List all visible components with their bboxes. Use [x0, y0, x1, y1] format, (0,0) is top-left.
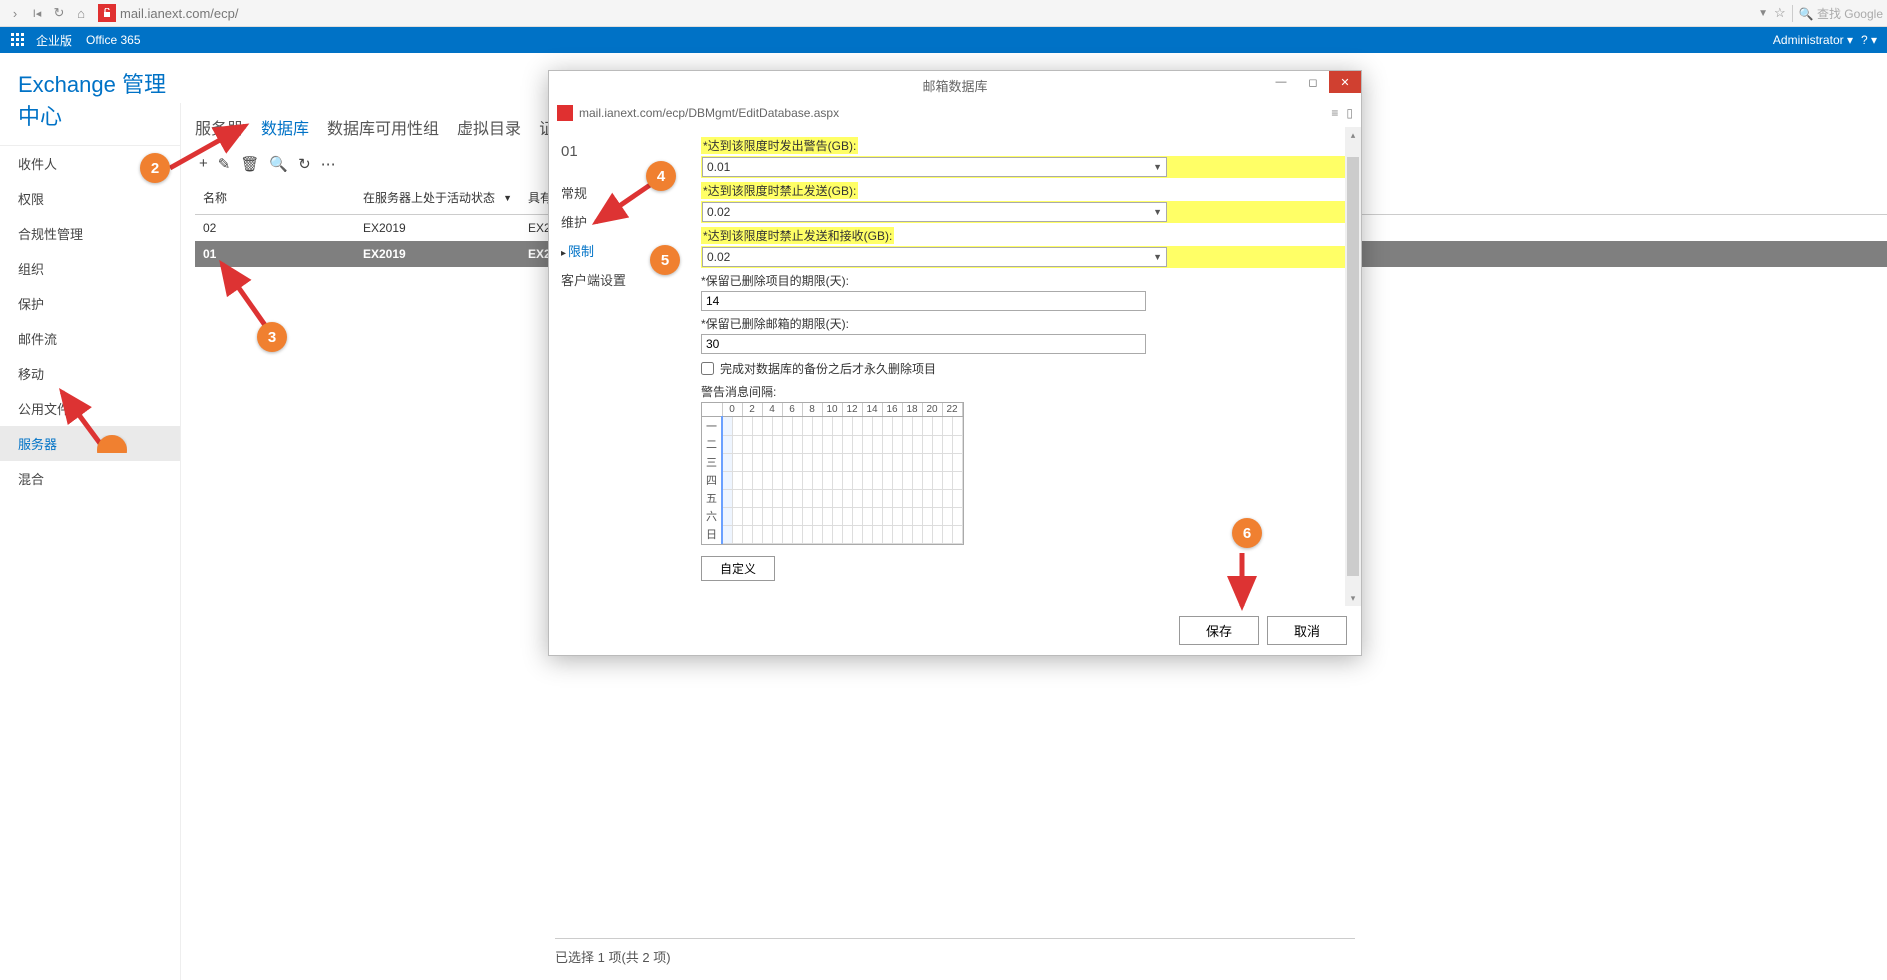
chevron-down-icon: ▼	[1153, 252, 1162, 262]
warn-quota-group: *达到该限度时发出警告(GB): 0.01▼	[701, 137, 1349, 178]
browser-rewind-icon[interactable]: I◂	[26, 2, 48, 24]
tab-vdir[interactable]: 虚拟目录	[457, 115, 521, 139]
delete-icon[interactable]: 🗑	[240, 155, 259, 173]
product-label: Office 365	[86, 33, 140, 47]
page-title: Exchange 管理中心	[0, 67, 180, 145]
keep-deleted-items-group: *保留已删除项目的期限(天):	[701, 272, 1349, 311]
url-text: mail.ianext.com/ecp/	[120, 6, 239, 21]
col-name[interactable]: 名称	[195, 185, 355, 210]
side-general[interactable]: 常规	[561, 178, 681, 207]
minimize-icon[interactable]: —	[1265, 71, 1297, 93]
dialog-title-bar: 邮箱数据库 — ◻ ✕	[549, 71, 1361, 99]
schedule-label: 警告消息间隔:	[701, 383, 1349, 400]
browser-search[interactable]: 🔍 查找 Google	[1792, 5, 1883, 22]
tab-databases[interactable]: 数据库	[261, 115, 309, 139]
schedule-grid[interactable]: 0246810121416182022一二三四五六日	[701, 402, 964, 545]
customize-button[interactable]: 自定义	[701, 556, 775, 581]
left-column: Exchange 管理中心 收件人 权限 合规性管理 组织 保护 邮件流 移动 …	[0, 53, 180, 980]
browser-reload-icon[interactable]: ↻	[48, 2, 70, 24]
nav-protection[interactable]: 保护	[0, 286, 180, 321]
status-bar: 已选择 1 项(共 2 项)	[555, 938, 1355, 966]
nav-hybrid[interactable]: 混合	[0, 461, 180, 496]
nav-mailflow[interactable]: 邮件流	[0, 321, 180, 356]
chevron-down-icon: ▼	[1153, 162, 1162, 172]
bookmark-icon[interactable]: ☆	[1774, 5, 1786, 21]
warn-quota-label: *达到该限度时发出警告(GB):	[701, 137, 858, 154]
side-limits[interactable]: 限制	[561, 236, 681, 265]
prohibit-sr-label: *达到该限度时禁止发送和接收(GB):	[701, 227, 894, 244]
search-icon[interactable]: 🔍	[269, 155, 288, 173]
nav-compliance[interactable]: 合规性管理	[0, 216, 180, 251]
help-icon[interactable]: ? ▾	[1861, 33, 1877, 47]
dialog-url: mail.ianext.com/ecp/DBMgmt/EditDatabase.…	[579, 106, 839, 120]
site-lock-icon	[98, 4, 116, 22]
col-active[interactable]: 在服务器上处于活动状态▼	[355, 185, 520, 210]
prohibit-sr-input[interactable]: 0.02▼	[702, 247, 1167, 267]
nav: 收件人 权限 合规性管理 组织 保护 邮件流 移动 公用文件夹 服务器 混合	[0, 145, 180, 496]
app-launcher-icon[interactable]	[10, 32, 26, 48]
keep-deleted-items-input[interactable]	[701, 291, 1146, 311]
device-icon[interactable]: ▯	[1346, 106, 1353, 120]
prohibit-send-group: *达到该限度时禁止发送(GB): 0.02▼	[701, 182, 1349, 223]
chevron-down-icon: ▼	[1153, 207, 1162, 217]
user-menu[interactable]: Administrator ▾	[1773, 33, 1853, 47]
edit-icon[interactable]: ✎	[218, 155, 231, 173]
dialog-body: 01 常规 维护 限制 客户端设置 *达到该限度时发出警告(GB): 0.01▼…	[549, 127, 1361, 606]
keep-deleted-items-label: *保留已删除项目的期限(天):	[701, 272, 1349, 289]
scroll-up-icon[interactable]: ▴	[1345, 127, 1361, 143]
more-icon[interactable]: ⋯	[321, 155, 336, 173]
dialog-form: *达到该限度时发出警告(GB): 0.01▼ *达到该限度时禁止发送(GB): …	[681, 137, 1349, 606]
refresh-icon[interactable]: ↻	[298, 155, 311, 173]
search-icon: 🔍	[1799, 7, 1814, 21]
save-button[interactable]: 保存	[1179, 616, 1259, 645]
o365-header: 企业版 Office 365 Administrator ▾ ? ▾	[0, 27, 1887, 53]
dialog-sidebar: 01 常规 维护 限制 客户端设置	[561, 137, 681, 606]
dropdown-caret-icon[interactable]: ▼	[1758, 8, 1768, 19]
tab-dag[interactable]: 数据库可用性组	[327, 115, 439, 139]
nav-mobile[interactable]: 移动	[0, 356, 180, 391]
side-maintenance[interactable]: 维护	[561, 207, 681, 236]
dialog-footer: 保存 取消	[549, 606, 1361, 655]
warn-quota-input[interactable]: 0.01▼	[702, 157, 1167, 177]
nav-publicfolders[interactable]: 公用文件夹	[0, 391, 180, 426]
nav-recipients[interactable]: 收件人	[0, 146, 180, 181]
backup-checkbox[interactable]	[701, 362, 714, 375]
scroll-down-icon[interactable]: ▾	[1345, 590, 1361, 606]
db-name-label: 01	[561, 143, 681, 160]
dialog-scrollbar[interactable]: ▴ ▾	[1345, 127, 1361, 606]
maximize-icon[interactable]: ◻	[1297, 71, 1329, 93]
keep-deleted-mbx-label: *保留已删除邮箱的期限(天):	[701, 315, 1349, 332]
browser-home-icon[interactable]: ⌂	[70, 2, 92, 24]
cancel-button[interactable]: 取消	[1267, 616, 1347, 645]
side-client[interactable]: 客户端设置	[561, 265, 681, 294]
site-lock-icon	[557, 105, 573, 121]
tab-servers[interactable]: 服务器	[195, 115, 243, 139]
keep-deleted-mbx-input[interactable]	[701, 334, 1146, 354]
prohibit-sr-group: *达到该限度时禁止发送和接收(GB): 0.02▼	[701, 227, 1349, 268]
search-placeholder: 查找 Google	[1817, 7, 1883, 21]
backup-checkbox-label: 完成对数据库的备份之后才永久删除项目	[720, 360, 936, 377]
edit-database-dialog: 邮箱数据库 — ◻ ✕ mail.ianext.com/ecp/DBMgmt/E…	[548, 70, 1362, 656]
close-icon[interactable]: ✕	[1329, 71, 1361, 93]
edition-label: 企业版	[36, 32, 72, 49]
browser-toolbar: › I◂ ↻ ⌂ mail.ianext.com/ecp/ ▼ ☆ 🔍 查找 G…	[0, 0, 1887, 27]
dropdown-caret-icon[interactable]: ▼	[503, 193, 512, 203]
browser-back-icon[interactable]: ›	[4, 2, 26, 24]
scroll-thumb[interactable]	[1347, 157, 1359, 576]
nav-servers[interactable]: 服务器	[0, 426, 180, 461]
dialog-title: 邮箱数据库	[922, 76, 987, 95]
prohibit-send-label: *达到该限度时禁止发送(GB):	[701, 182, 858, 199]
dialog-address-bar: mail.ianext.com/ecp/DBMgmt/EditDatabase.…	[549, 99, 1361, 127]
url-bar[interactable]: mail.ianext.com/ecp/	[98, 4, 239, 22]
nav-organization[interactable]: 组织	[0, 251, 180, 286]
prohibit-send-input[interactable]: 0.02▼	[702, 202, 1167, 222]
nav-permissions[interactable]: 权限	[0, 181, 180, 216]
add-icon[interactable]: +	[199, 155, 208, 173]
backup-checkbox-row[interactable]: 完成对数据库的备份之后才永久删除项目	[701, 360, 1349, 377]
menu-icon[interactable]: ≡	[1331, 106, 1338, 120]
keep-deleted-mbx-group: *保留已删除邮箱的期限(天):	[701, 315, 1349, 354]
